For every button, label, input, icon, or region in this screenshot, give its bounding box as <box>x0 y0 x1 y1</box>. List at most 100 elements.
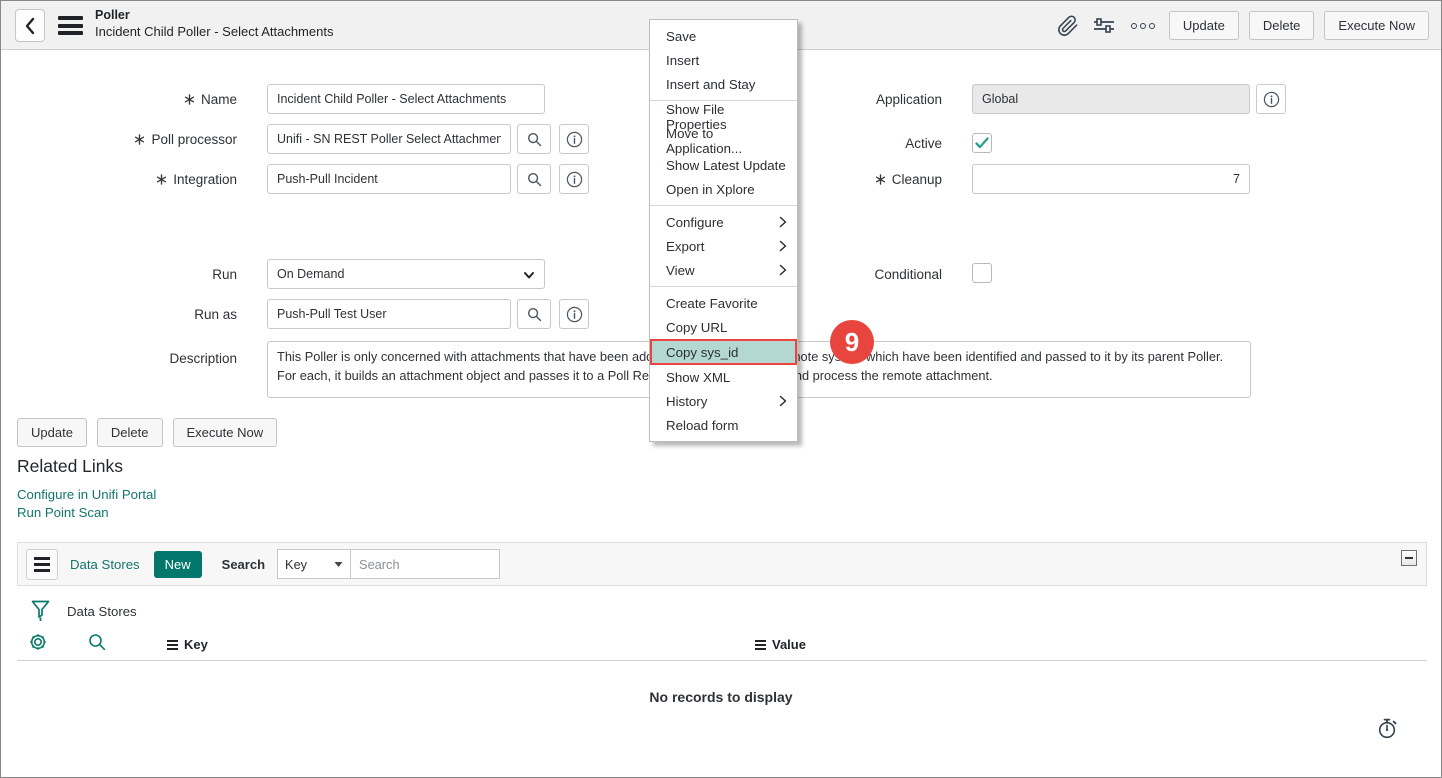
menu-item-move-to-application[interactable]: Move to Application... <box>650 129 797 153</box>
menu-divider <box>650 286 797 287</box>
menu-item-create-favorite[interactable]: Create Favorite <box>650 291 797 315</box>
run-as-lookup-button[interactable] <box>517 299 551 329</box>
menu-item-reload-form[interactable]: Reload form <box>650 413 797 437</box>
integration-lookup-button[interactable] <box>517 164 551 194</box>
update-button-footer[interactable]: Update <box>17 418 87 447</box>
context-menu: Save Insert Insert and Stay Show File Pr… <box>649 19 798 442</box>
active-checkbox[interactable] <box>972 133 992 153</box>
list-personalize-gear-icon[interactable] <box>28 632 48 657</box>
data-stores-related-list: Data Stores New Search Key Data Stores <box>17 542 1427 661</box>
info-icon <box>566 306 583 323</box>
menu-divider <box>650 205 797 206</box>
column-header-value[interactable]: Value <box>755 637 806 652</box>
info-icon <box>566 171 583 188</box>
more-options-icon[interactable] <box>1127 23 1159 29</box>
application-info-button[interactable] <box>1256 84 1286 114</box>
list-header-row: Key Value <box>17 629 1427 661</box>
menu-item-save[interactable]: Save <box>650 24 797 48</box>
chevron-left-icon <box>24 17 36 35</box>
integration-label: Integration <box>57 164 237 194</box>
execute-now-button-header[interactable]: Execute Now <box>1324 11 1429 40</box>
poll-processor-lookup-button[interactable] <box>517 124 551 154</box>
menu-item-view[interactable]: View <box>650 258 797 282</box>
poll-processor-input[interactable] <box>267 124 511 154</box>
annotation-step-badge: 9 <box>830 320 874 364</box>
menu-item-export[interactable]: Export <box>650 234 797 258</box>
data-stores-toolbar: Data Stores New Search Key <box>17 542 1427 586</box>
submenu-arrow-icon <box>779 395 787 407</box>
column-header-key[interactable]: Key <box>167 637 208 652</box>
paperclip-icon[interactable] <box>1055 13 1081 39</box>
application-input <box>972 84 1250 114</box>
header-title-block: Poller Incident Child Poller - Select At… <box>95 8 333 40</box>
magnifier-icon <box>527 307 542 322</box>
poll-processor-label: Poll processor <box>57 124 237 154</box>
search-column-select[interactable]: Key <box>277 549 351 579</box>
description-label: Description <box>57 343 237 373</box>
link-configure-unifi-portal[interactable]: Configure in Unifi Portal <box>17 487 156 502</box>
data-stores-list-title[interactable]: Data Stores <box>70 557 140 572</box>
record-type: Poller <box>95 8 333 24</box>
poll-processor-info-button[interactable] <box>559 124 589 154</box>
run-as-label: Run as <box>57 299 237 329</box>
related-links-title: Related Links <box>17 456 123 477</box>
run-as-input[interactable] <box>267 299 511 329</box>
magnifier-icon <box>527 172 542 187</box>
run-label: Run <box>57 259 237 289</box>
app-window: Poller Incident Child Poller - Select At… <box>0 0 1442 778</box>
link-run-point-scan[interactable]: Run Point Scan <box>17 505 109 520</box>
mandatory-icon <box>184 94 195 105</box>
run-as-info-button[interactable] <box>559 299 589 329</box>
menu-divider <box>650 100 797 101</box>
run-select[interactable]: On Demand <box>267 259 545 289</box>
magnifier-icon <box>527 132 542 147</box>
delete-button-footer[interactable]: Delete <box>97 418 163 447</box>
column-menu-icon <box>167 640 178 650</box>
conditional-checkbox[interactable] <box>972 263 992 283</box>
menu-item-open-in-xplore[interactable]: Open in Xplore <box>650 177 797 201</box>
list-breadcrumb-row: Data Stores <box>17 586 1427 629</box>
timer-stopwatch-icon[interactable] <box>1377 716 1399 745</box>
new-record-button[interactable]: New <box>154 551 202 578</box>
menu-item-insert[interactable]: Insert <box>650 48 797 72</box>
record-title: Incident Child Poller - Select Attachmen… <box>95 24 333 40</box>
mandatory-icon <box>875 174 886 185</box>
chevron-down-icon <box>523 269 535 281</box>
submenu-arrow-icon <box>779 216 787 228</box>
list-search-input[interactable] <box>350 549 500 579</box>
menu-item-copy-sys-id[interactable]: Copy sys_id <box>650 339 797 365</box>
dropdown-arrow-icon <box>334 561 343 568</box>
menu-item-history[interactable]: History <box>650 389 797 413</box>
menu-item-insert-and-stay[interactable]: Insert and Stay <box>650 72 797 96</box>
mandatory-icon <box>156 174 167 185</box>
empty-list-message: No records to display <box>1 689 1441 705</box>
menu-item-configure[interactable]: Configure <box>650 210 797 234</box>
info-icon <box>1263 91 1280 108</box>
delete-button-header[interactable]: Delete <box>1249 11 1315 40</box>
execute-now-button-footer[interactable]: Execute Now <box>173 418 278 447</box>
column-menu-icon <box>755 640 766 650</box>
integration-info-button[interactable] <box>559 164 589 194</box>
submenu-arrow-icon <box>779 240 787 252</box>
update-button-header[interactable]: Update <box>1169 11 1239 40</box>
integration-input[interactable] <box>267 164 511 194</box>
name-input[interactable] <box>267 84 545 114</box>
submenu-arrow-icon <box>779 264 787 276</box>
collapse-list-icon[interactable] <box>1401 550 1417 566</box>
checkmark-icon <box>975 137 989 149</box>
form-context-menu-button[interactable] <box>58 16 83 35</box>
sliders-icon[interactable] <box>1091 13 1117 39</box>
cleanup-input[interactable] <box>972 164 1250 194</box>
search-label: Search <box>222 557 265 572</box>
back-button[interactable] <box>15 9 45 42</box>
info-icon <box>566 131 583 148</box>
menu-item-show-xml[interactable]: Show XML <box>650 365 797 389</box>
name-label: Name <box>57 84 237 114</box>
menu-item-copy-url[interactable]: Copy URL <box>650 315 797 339</box>
filter-funnel-icon[interactable] <box>31 600 50 623</box>
breadcrumb-all[interactable]: Data Stores <box>67 604 137 619</box>
mandatory-icon <box>134 134 145 145</box>
menu-item-show-latest-update[interactable]: Show Latest Update <box>650 153 797 177</box>
list-search-toggle-icon[interactable] <box>88 633 106 656</box>
list-context-menu-button[interactable] <box>26 549 58 580</box>
